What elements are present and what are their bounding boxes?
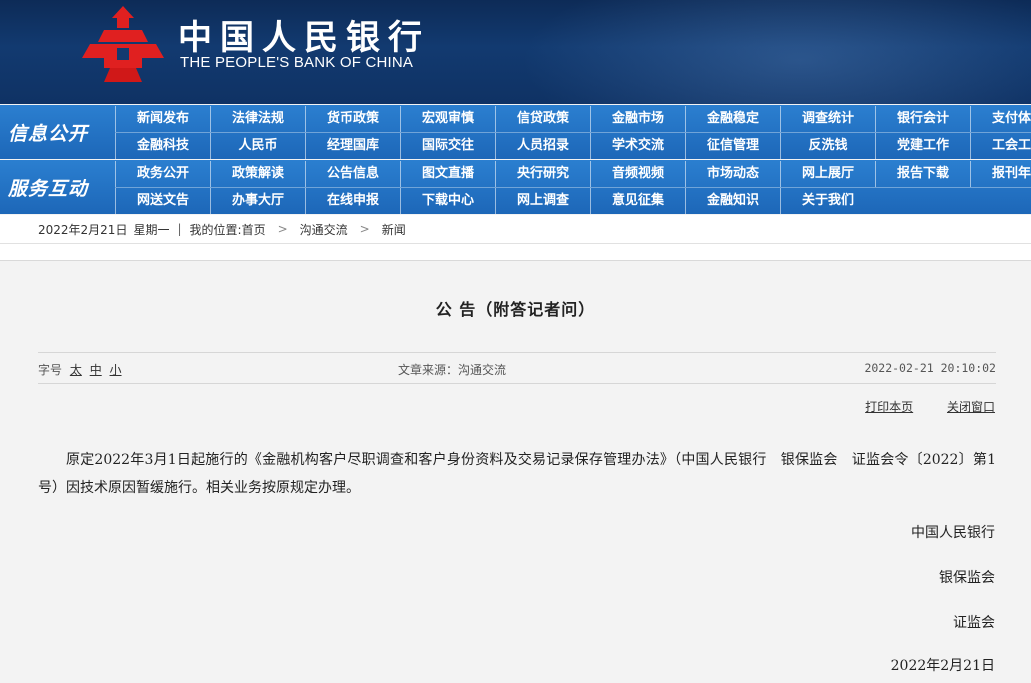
nav-item[interactable]: 调查统计 <box>780 106 875 132</box>
article-source: 文章来源：沟通交流 <box>398 363 507 377</box>
font-size-switcher: 字号 太 中 小 <box>38 361 122 378</box>
article-body: 原定2022年3月1日起施行的《金融机构客户尽职调查和客户身份资料及交易记录保存… <box>38 452 996 496</box>
nav-item[interactable]: 经理国库 <box>305 133 400 159</box>
nav-item[interactable]: 征信管理 <box>685 133 780 159</box>
nav-item[interactable]: 网上调查 <box>495 188 590 214</box>
nav-item[interactable]: 国际交往 <box>400 133 495 159</box>
bank-name-en: THE PEOPLE'S BANK OF CHINA <box>180 54 414 71</box>
nav-item[interactable]: 政策解读 <box>210 161 305 187</box>
breadcrumb-home-link[interactable]: 首页 <box>242 221 266 238</box>
nav-item[interactable]: 金融知识 <box>685 188 780 214</box>
font-size-small-link[interactable]: 小 <box>110 363 122 377</box>
nav-item[interactable]: 网送文告 <box>115 188 210 214</box>
nav-item[interactable]: 法律法规 <box>210 106 305 132</box>
nav-item[interactable]: 公告信息 <box>305 161 400 187</box>
nav-item[interactable]: 工会工作 <box>970 133 1031 159</box>
nav-item[interactable]: 音频视频 <box>590 161 685 187</box>
signature-cbirc: 银保监会 <box>939 570 995 586</box>
nav-item[interactable]: 反洗钱 <box>780 133 875 159</box>
nav-item[interactable]: 金融稳定 <box>685 106 780 132</box>
breadcrumb-arrow: > <box>277 222 288 236</box>
nav-item[interactable]: 银行会计 <box>875 106 970 132</box>
nav-item[interactable]: 市场动态 <box>685 161 780 187</box>
signature-csrc: 证监会 <box>953 615 995 631</box>
pboc-logo-icon[interactable] <box>82 6 164 82</box>
nav-item[interactable]: 关于我们 <box>780 188 875 214</box>
signature-date: 2022年2月21日 <box>890 658 995 674</box>
current-date: 2022年2月21日 <box>38 222 128 237</box>
location-label: 我的位置: <box>189 222 242 237</box>
font-size-medium-link[interactable]: 中 <box>90 363 102 377</box>
close-window-link[interactable]: 关闭窗口 <box>947 400 995 414</box>
nav-row: 新闻发布法律法规货币政策宏观审慎信贷政策金融市场金融稳定调查统计银行会计支付体系 <box>115 106 1031 132</box>
nav-item[interactable]: 意见征集 <box>590 188 685 214</box>
breadcrumb-separator: | <box>177 222 182 236</box>
nav-item[interactable]: 下载中心 <box>400 188 495 214</box>
nav-item[interactable]: 金融市场 <box>590 106 685 132</box>
nav-item[interactable]: 党建工作 <box>875 133 970 159</box>
nav-item[interactable]: 新闻发布 <box>115 106 210 132</box>
signature-pboc: 中国人民银行 <box>911 525 995 541</box>
breadcrumb-level2-link[interactable]: 新闻 <box>382 221 406 238</box>
nav-item[interactable]: 报告下载 <box>875 161 970 187</box>
nav-section-label: 信息公开 <box>8 122 89 145</box>
nav-item[interactable]: 图文直播 <box>400 161 495 187</box>
nav-service-interaction: 服务互动 政务公开 政策解读 公告信息 图文直播 央行研究 音频视频 市场动态 网上展厅 报告下… <box>0 160 1031 214</box>
nav-item[interactable]: 人员招录 <box>495 133 590 159</box>
article-tools: 打印本页 关闭窗口 <box>835 398 995 415</box>
nav-item[interactable]: 在线申报 <box>305 188 400 214</box>
article-title: 公 告（附答记者问） <box>435 300 596 319</box>
nav-item[interactable]: 货币政策 <box>305 106 400 132</box>
article-meta: 字号 太 中 小 文章来源：沟通交流 2022-02-21 20:10:02 <box>38 352 996 384</box>
current-weekday: 星期一 <box>133 222 170 237</box>
bank-name-cn: 中国人民银行 <box>178 18 430 58</box>
nav-item[interactable]: 金融科技 <box>115 133 210 159</box>
banner-glow <box>520 0 1031 104</box>
nav-item[interactable]: 支付体系 <box>970 106 1031 132</box>
site-banner: 中国人民银行 THE PEOPLE'S BANK OF CHINA <box>0 0 1031 104</box>
nav-item[interactable]: 信贷政策 <box>495 106 590 132</box>
nav-item[interactable]: 宏观审慎 <box>400 106 495 132</box>
breadcrumb-level1-link[interactable]: 沟通交流 <box>300 221 348 238</box>
nav-item[interactable]: 网上展厅 <box>780 161 875 187</box>
nav-item[interactable]: 央行研究 <box>495 161 590 187</box>
nav-item[interactable]: 人民币 <box>210 133 305 159</box>
print-page-link[interactable]: 打印本页 <box>865 400 913 414</box>
nav-section-label: 服务互动 <box>8 177 89 200</box>
nav-item[interactable]: 报刊年鉴 <box>970 161 1031 187</box>
nav-item[interactable]: 学术交流 <box>590 133 685 159</box>
nav-info-disclosure: 信息公开 新闻发布 法律法规 货币政策 宏观审慎 信贷政策 金融市场 金融稳定 调查统计 银行会… <box>0 105 1031 159</box>
breadcrumb-arrow: > <box>359 222 370 236</box>
nav-row: 政务公开政策解读公告信息图文直播央行研究音频视频市场动态网上展厅报告下载报刊年鉴 <box>115 161 1031 187</box>
article-datetime: 2022-02-21 20:10:02 <box>864 361 996 375</box>
nav-item[interactable]: 政务公开 <box>115 161 210 187</box>
divider-band <box>0 244 1031 261</box>
font-size-label: 字号 <box>38 363 63 377</box>
nav-row: 网送文告 办事大厅 在线申报 下载中心 网上调查 意见征集 金融知识 关于我们 <box>115 187 1031 214</box>
breadcrumb: 2022年2月21日 星期一 | 我的位置: 首页 > 沟通交流 > 新闻 <box>0 215 1031 244</box>
nav-item[interactable]: 办事大厅 <box>210 188 305 214</box>
nav-row: 金融科技人民币经理国库国际交往人员招录学术交流征信管理反洗钱党建工作工会工作 <box>115 132 1031 159</box>
font-size-large-link[interactable]: 太 <box>70 363 82 377</box>
